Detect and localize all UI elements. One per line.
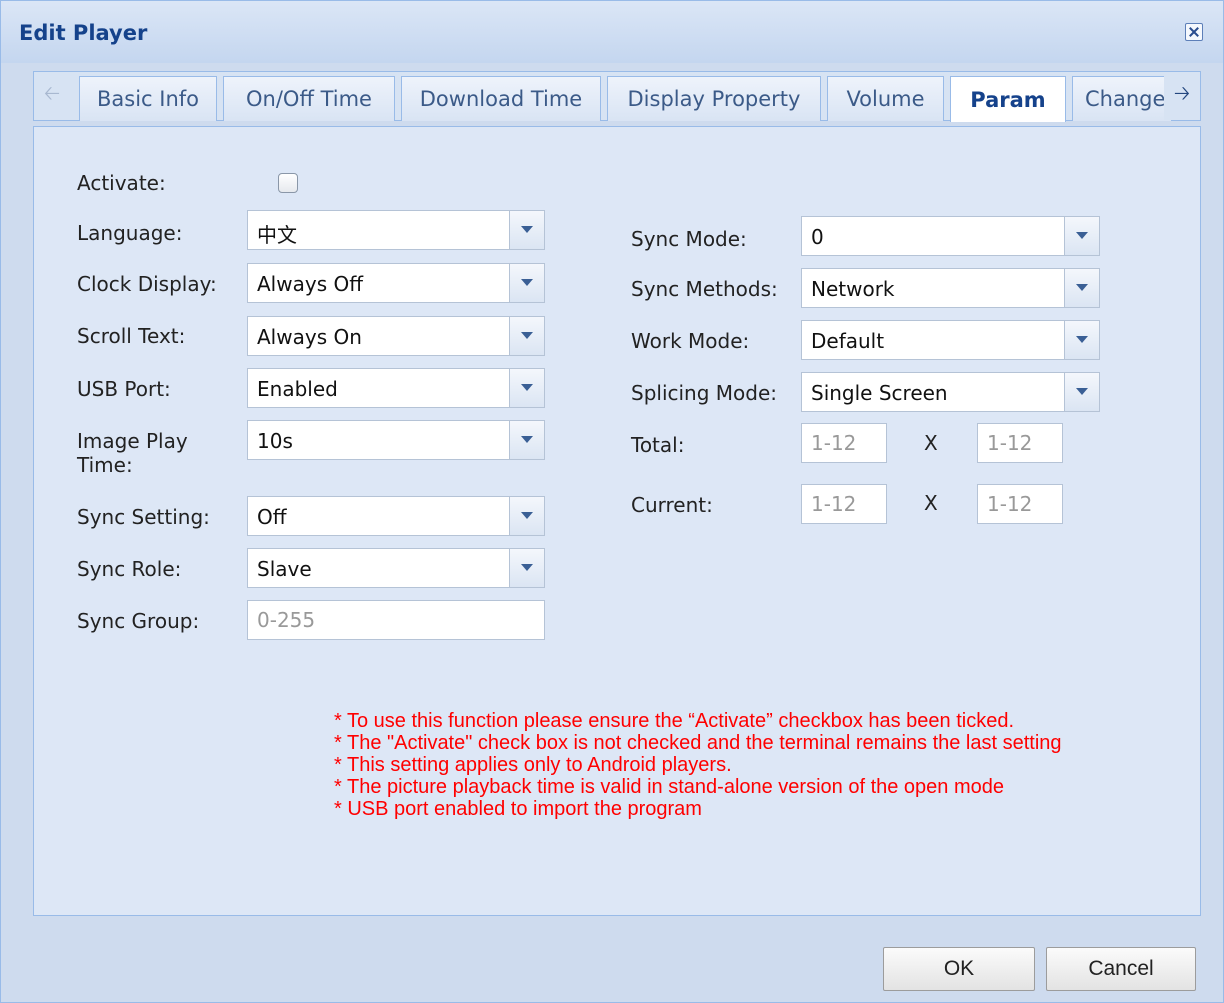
work-mode-select[interactable]: Default xyxy=(801,320,1100,360)
tab-strip: 🡠 Basic Info On/Off Time Download Time D… xyxy=(33,71,1201,122)
chevron-down-icon[interactable] xyxy=(509,211,544,249)
tab-volume[interactable]: Volume xyxy=(827,76,944,121)
clock-display-select[interactable]: Always Off xyxy=(247,263,545,303)
sync-mode-select[interactable]: 0 xyxy=(801,216,1100,256)
total-b-input[interactable] xyxy=(977,423,1063,463)
language-select[interactable]: 中文 xyxy=(247,210,545,250)
tab-change[interactable]: Change xyxy=(1072,76,1172,121)
note-playback: * The picture playback time is valid in … xyxy=(334,776,1005,798)
sync-setting-label: Sync Setting: xyxy=(77,505,210,529)
sync-role-label: Sync Role: xyxy=(77,557,182,581)
sync-group-label: Sync Group: xyxy=(77,609,200,633)
activate-label: Activate: xyxy=(77,171,166,195)
current-a-field[interactable] xyxy=(802,485,886,523)
sync-role-select[interactable]: Slave xyxy=(247,548,545,588)
image-play-time-label-line1: Image Play xyxy=(77,429,188,453)
sync-methods-select[interactable]: Network xyxy=(801,268,1100,308)
image-play-time-value: 10s xyxy=(257,429,293,453)
note-unchecked: * The "Activate" check box is not checke… xyxy=(334,732,1062,754)
usb-port-value: Enabled xyxy=(257,377,338,401)
tab-on-off-time[interactable]: On/Off Time xyxy=(223,76,395,121)
clock-display-label: Clock Display: xyxy=(77,272,217,296)
work-mode-value: Default xyxy=(811,329,885,353)
clock-display-value: Always Off xyxy=(257,272,363,296)
scroll-text-label: Scroll Text: xyxy=(77,324,186,348)
tab-param[interactable]: Param xyxy=(950,76,1066,122)
chevron-down-icon[interactable] xyxy=(509,549,544,587)
note-android: * This setting applies only to Android p… xyxy=(334,754,732,776)
scroll-right-icon[interactable]: 🡢 xyxy=(1164,72,1200,120)
sync-group-input[interactable] xyxy=(247,600,545,640)
image-play-time-select[interactable]: 10s xyxy=(247,420,545,460)
total-a-input[interactable] xyxy=(801,423,887,463)
usb-port-select[interactable]: Enabled xyxy=(247,368,545,408)
sync-group-field[interactable] xyxy=(248,601,544,639)
splicing-mode-value: Single Screen xyxy=(811,381,948,405)
tab-download-time[interactable]: Download Time xyxy=(401,76,601,121)
chevron-down-icon[interactable] xyxy=(1064,321,1099,359)
usb-port-label: USB Port: xyxy=(77,377,171,401)
work-mode-label: Work Mode: xyxy=(631,329,750,353)
current-label: Current: xyxy=(631,493,713,517)
total-a-field[interactable] xyxy=(802,424,886,462)
current-a-input[interactable] xyxy=(801,484,887,524)
current-separator: X xyxy=(924,491,938,515)
total-separator: X xyxy=(924,431,938,455)
param-panel: Activate: Language: 中文 Clock Display: Al… xyxy=(33,126,1201,916)
tab-display-property[interactable]: Display Property xyxy=(607,76,821,121)
cancel-button[interactable]: Cancel xyxy=(1046,947,1196,991)
sync-role-value: Slave xyxy=(257,557,312,581)
scroll-text-select[interactable]: Always On xyxy=(247,316,545,356)
scroll-text-value: Always On xyxy=(257,325,362,349)
scroll-left-icon[interactable]: 🡠 xyxy=(34,72,70,120)
chevron-down-icon[interactable] xyxy=(509,317,544,355)
help-notes: * To use this function please ensure the… xyxy=(334,710,1154,820)
sync-setting-select[interactable]: Off xyxy=(247,496,545,536)
tab-basic-info[interactable]: Basic Info xyxy=(79,76,217,121)
chevron-down-icon[interactable] xyxy=(509,264,544,302)
current-b-field[interactable] xyxy=(978,485,1062,523)
current-b-input[interactable] xyxy=(977,484,1063,524)
splicing-mode-label: Splicing Mode: xyxy=(631,381,778,405)
sync-methods-label: Sync Methods: xyxy=(631,277,778,301)
close-icon[interactable] xyxy=(1185,23,1203,41)
sync-methods-value: Network xyxy=(811,277,895,301)
total-label: Total: xyxy=(631,433,685,457)
splicing-mode-select[interactable]: Single Screen xyxy=(801,372,1100,412)
language-label: Language: xyxy=(77,221,183,245)
dialog-titlebar[interactable]: Edit Player xyxy=(1,1,1223,63)
chevron-down-icon[interactable] xyxy=(509,421,544,459)
chevron-down-icon[interactable] xyxy=(1064,269,1099,307)
chevron-down-icon[interactable] xyxy=(1064,217,1099,255)
chevron-down-icon[interactable] xyxy=(509,369,544,407)
chevron-down-icon[interactable] xyxy=(509,497,544,535)
edit-player-dialog: Edit Player 🡠 Basic Info On/Off Time Dow… xyxy=(0,0,1224,1003)
sync-mode-label: Sync Mode: xyxy=(631,227,747,251)
dialog-title: Edit Player xyxy=(19,21,148,45)
total-b-field[interactable] xyxy=(978,424,1062,462)
sync-setting-value: Off xyxy=(257,505,287,529)
sync-mode-value: 0 xyxy=(811,225,824,249)
note-usb: * USB port enabled to import the program xyxy=(334,798,702,820)
language-value: 中文 xyxy=(257,223,297,247)
activate-checkbox[interactable] xyxy=(278,173,298,193)
note-activate: * To use this function please ensure the… xyxy=(334,710,1015,732)
ok-button[interactable]: OK xyxy=(883,947,1035,991)
chevron-down-icon[interactable] xyxy=(1064,373,1099,411)
image-play-time-label-line2: Time: xyxy=(77,453,133,477)
